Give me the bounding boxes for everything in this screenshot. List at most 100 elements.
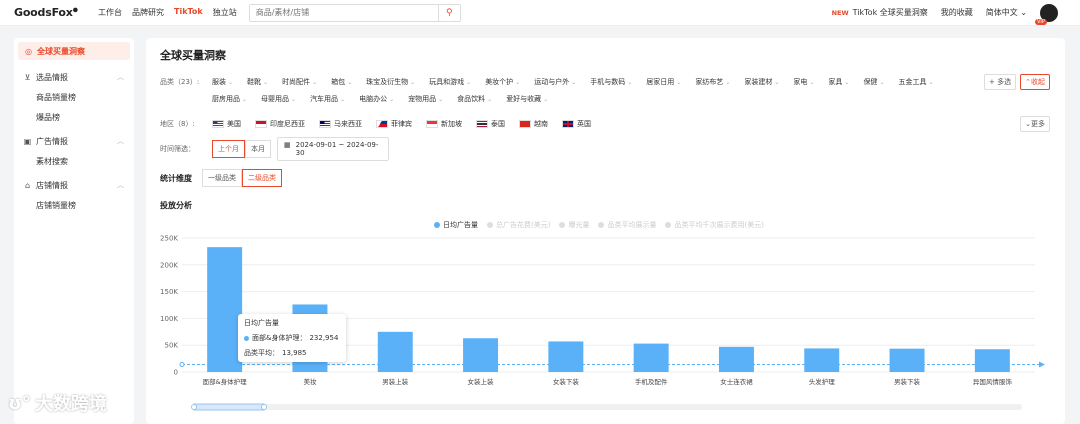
date-range-picker[interactable]: ▦ 2024-09-01 ~ 2024-09-30 — [277, 137, 389, 161]
nav-workbench[interactable]: 工作台 — [98, 7, 122, 18]
sidebar-item-hot-products[interactable]: 爆品榜 — [14, 110, 134, 124]
region-chip-vn[interactable]: 越南 — [519, 119, 548, 129]
dimension-level2[interactable]: 二级品类 — [242, 169, 282, 187]
logo-text: GoodsFox — [14, 6, 73, 19]
sidebar-group-ads[interactable]: ▣ 广告情报 ︿ — [14, 134, 134, 148]
language-select[interactable]: 简体中文 ⌄ — [986, 7, 1027, 18]
category-chip[interactable]: 时尚配件 ⌄ — [282, 77, 317, 87]
sidebar-group-product[interactable]: ⊻ 选品情报 ︿ — [14, 70, 134, 84]
category-chip-label: 时尚配件 — [282, 78, 311, 86]
zoom-slider-track — [194, 404, 1022, 410]
sidebar-item-creative-search[interactable]: 素材搜索 — [14, 154, 134, 168]
nav-tiktok[interactable]: TikTok — [174, 7, 203, 18]
flag-ph-icon — [376, 120, 388, 128]
search-input[interactable] — [249, 4, 438, 21]
category-chip[interactable]: 珠宝及衍生物 ⌄ — [366, 77, 415, 87]
category-chip[interactable]: 厨房用品 ⌄ — [212, 94, 247, 104]
nav-tiktok-insight[interactable]: TikTok 全球买量洞察 — [853, 7, 928, 18]
chevron-down-icon: ⌄ — [263, 78, 269, 86]
category-chip[interactable]: 电脑办公 ⌄ — [359, 94, 394, 104]
category-chip-label: 运动与户外 — [534, 78, 570, 86]
category-list-row2: 厨房用品 ⌄ 母婴用品 ⌄ 汽车用品 ⌄ 电脑办公 ⌄ 宠物用品 ⌄ 食品饮料 ⌄ 爱好与收藏 ⌄ — [212, 94, 562, 104]
category-chip[interactable]: 美妆个护 ⌄ — [485, 77, 520, 87]
category-chip[interactable]: 汽车用品 ⌄ — [310, 94, 345, 104]
category-chip[interactable]: 运动与户外 ⌄ — [534, 77, 576, 87]
region-chip-gb[interactable]: 英国 — [562, 119, 591, 129]
multi-select-button[interactable]: + 多选 — [984, 74, 1017, 90]
region-label: 英国 — [577, 120, 591, 128]
cart-icon: ⊻ — [24, 72, 31, 82]
chevron-down-icon: ⌄ — [879, 78, 885, 86]
category-chip[interactable]: 手机与数码 ⌄ — [590, 77, 632, 87]
region-chip-sg[interactable]: 新加坡 — [426, 119, 462, 129]
flag-gb-icon — [562, 120, 574, 128]
logo-mark: ● — [72, 6, 78, 14]
bar-7 — [804, 348, 840, 372]
calendar-icon: ▦ — [284, 141, 291, 149]
category-chip-label: 汽车用品 — [310, 95, 339, 103]
chevron-down-icon: ⌄ — [389, 95, 395, 103]
category-chip[interactable]: 玩具和游戏 ⌄ — [429, 77, 471, 87]
bar-8 — [889, 348, 925, 372]
region-label: 美国 — [227, 120, 241, 128]
category-chip[interactable]: 爱好与收藏 ⌄ — [506, 94, 548, 104]
sidebar-group-label: 选品情报 — [36, 72, 68, 82]
category-chip-label: 服装 — [212, 78, 226, 86]
region-chip-ph[interactable]: 菲律宾 — [376, 119, 412, 129]
region-chip-id[interactable]: 印度尼西亚 — [255, 119, 305, 129]
category-chip[interactable]: 保健 ⌄ — [863, 77, 884, 87]
x-tick-label: 美妆 — [303, 377, 317, 386]
more-button[interactable]: ⌄更多 — [1020, 116, 1050, 132]
nav-independent-site[interactable]: 独立站 — [213, 7, 237, 18]
bar-5 — [633, 343, 669, 372]
x-tick-label: 女装下装 — [553, 377, 580, 386]
search-button[interactable]: ⚲ — [437, 4, 460, 21]
nav-brand-research[interactable]: 品牌研究 — [132, 7, 164, 18]
avatar[interactable]: VIP — [1035, 3, 1058, 25]
chevron-down-icon: ⌄ — [312, 78, 318, 86]
time-option-last-month[interactable]: 上个月 — [212, 140, 245, 158]
tooltip-avg-value: 13,985 — [282, 349, 307, 357]
category-chip[interactable]: 家纺布艺 ⌄ — [695, 77, 730, 87]
category-chip[interactable]: 鞋靴 ⌄ — [247, 77, 268, 87]
chevron-down-icon: ⌄ — [543, 95, 549, 103]
image-icon: ▣ — [23, 136, 32, 146]
region-label: 马来西亚 — [334, 120, 362, 128]
time-option-this-month[interactable]: 本月 — [245, 140, 271, 158]
category-chip[interactable]: 五金工具 ⌄ — [898, 77, 933, 87]
chevron-down-icon: ⌄ — [466, 78, 472, 86]
chevron-up-icon: ︿ — [117, 137, 124, 145]
category-chip-label: 家具 — [828, 78, 843, 86]
category-chip[interactable]: 家电 ⌄ — [793, 77, 814, 87]
category-chip[interactable]: 服装 ⌄ — [212, 77, 233, 87]
category-chip-label: 食品饮料 — [457, 95, 486, 103]
category-chip[interactable]: 家具 ⌄ — [828, 77, 849, 87]
dimension-level1[interactable]: 一级品类 — [202, 169, 242, 187]
category-chip[interactable]: 食品饮料 ⌄ — [457, 94, 492, 104]
nav-favorites[interactable]: 我的收藏 — [941, 7, 973, 18]
logo[interactable]: GoodsFox● — [14, 6, 98, 19]
y-tick-label: 200K — [160, 261, 178, 269]
watermark: ʊ° 大数跨境 — [8, 390, 107, 416]
tooltip-series-label: 面部&身体护理： — [252, 334, 307, 342]
dimension-row: 统计维度 一级品类 二级品类 — [160, 169, 282, 187]
chevron-down-icon: ⌄ — [809, 78, 815, 86]
region-chip-my[interactable]: 马来西亚 — [319, 119, 362, 129]
sidebar-item-product-sales[interactable]: 商品销量榜 — [14, 90, 134, 104]
more-label: 更多 — [1031, 120, 1045, 128]
sidebar-group-store[interactable]: ⌂ 店铺情报 ︿ — [14, 178, 134, 192]
category-chip[interactable]: 家装建材 ⌄ — [744, 77, 779, 87]
collapse-button[interactable]: ⌃收起 — [1020, 74, 1050, 90]
region-chip-th[interactable]: 泰国 — [476, 119, 505, 129]
page-title: 全球买量洞察 — [160, 49, 226, 62]
sidebar-item-store-sales[interactable]: 店铺销量榜 — [14, 198, 134, 212]
time-label: 时间筛选： — [160, 145, 195, 153]
category-chip[interactable]: 宠物用品 ⌄ — [408, 94, 443, 104]
category-filter-row: 品类（23）: 服装 ⌄ 鞋靴 ⌄ 时尚配件 ⌄ 箱包 ⌄ 珠宝及衍生物 ⌄ 玩具和游戏 ⌄ 美妆个护 ⌄… — [160, 74, 1050, 90]
sidebar-item-global-insight[interactable]: ◎ 全球买量洞察 — [18, 42, 130, 60]
category-chip[interactable]: 居家日用 ⌄ — [646, 77, 681, 87]
category-chip[interactable]: 箱包 ⌄ — [331, 77, 352, 87]
category-chip[interactable]: 母婴用品 ⌄ — [261, 94, 296, 104]
flag-my-icon — [319, 120, 331, 128]
region-chip-us[interactable]: 美国 — [212, 119, 241, 129]
